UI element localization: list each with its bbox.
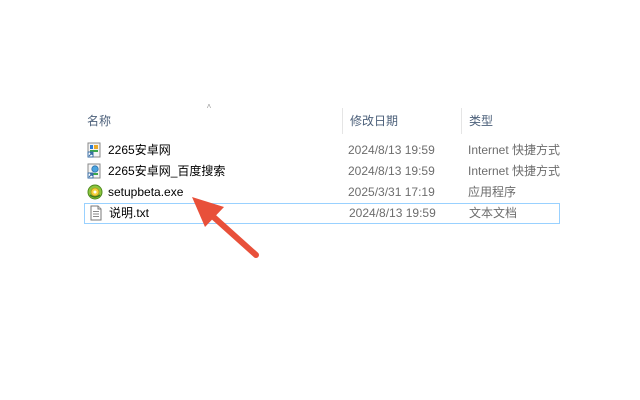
file-row[interactable]: 说明.txt 2024/8/13 19:59 文本文档 <box>84 203 560 224</box>
file-date: 2024/8/13 19:59 <box>348 164 435 178</box>
file-row[interactable]: 2265安卓网 2024/8/13 19:59 Internet 快捷方式 <box>84 140 560 161</box>
column-header-row: 名称 修改日期 类型 <box>80 108 560 134</box>
file-type: Internet 快捷方式 <box>468 143 560 157</box>
internet-shortcut-icon <box>87 142 101 158</box>
internet-shortcut-icon <box>87 163 101 179</box>
text-file-icon <box>90 205 102 221</box>
file-date: 2024/8/13 19:59 <box>349 206 436 220</box>
column-header-name[interactable]: 名称 <box>80 108 342 134</box>
file-name: 2265安卓网 <box>108 143 171 157</box>
file-row[interactable]: 2265安卓网_百度搜索 2024/8/13 19:59 Internet 快捷… <box>84 161 560 182</box>
file-name: 2265安卓网_百度搜索 <box>108 164 226 178</box>
file-date: 2024/8/13 19:59 <box>348 143 435 157</box>
installer-icon <box>87 184 103 200</box>
file-type: 应用程序 <box>468 185 517 199</box>
file-explorer: ˄ 名称 修改日期 类型 2265安卓网 2024/8/13 19:59 Int… <box>0 0 640 400</box>
file-type: 文本文档 <box>469 206 518 220</box>
file-row[interactable]: setupbeta.exe 2025/3/31 17:19 应用程序 <box>84 182 560 203</box>
column-header-type[interactable]: 类型 <box>462 108 560 134</box>
column-header-date[interactable]: 修改日期 <box>343 108 461 134</box>
file-name: 说明.txt <box>109 206 150 220</box>
file-date: 2025/3/31 17:19 <box>348 185 435 199</box>
file-type: Internet 快捷方式 <box>468 164 560 178</box>
file-name: setupbeta.exe <box>108 185 184 199</box>
